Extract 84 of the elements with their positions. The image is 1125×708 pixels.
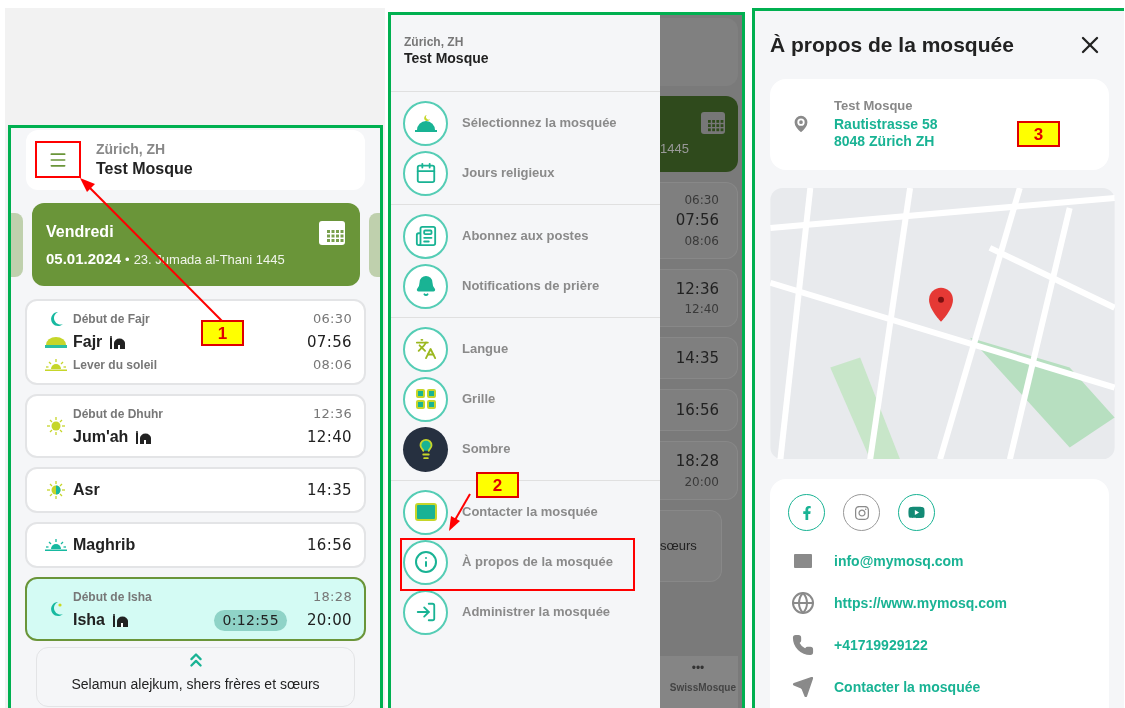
prayer-time: 20:00 [306,609,352,631]
calendar-icon [700,109,726,136]
prayer-name: Asr [73,480,100,500]
page-title: À propos de la mosquée [770,32,1014,59]
prayer-time: 20:00 [684,473,719,491]
sunrise-time: 08:06 [312,356,352,375]
prayer-time: 12:36 [675,278,719,300]
start-label: Début de Dhuhr [73,406,164,423]
greeting-text: sœurs [660,536,697,555]
prayer-time: 16:56 [675,399,719,421]
contact-link[interactable]: +41719929122 [834,634,928,656]
prayer-time: 07:56 [306,331,352,353]
hijri-year: 1445 [660,140,689,159]
annotation-label: 1 [201,320,244,346]
sun-icon [47,417,65,435]
phone-icon [792,634,814,656]
drawer-menu-item[interactable]: Notifications de prière [391,261,660,311]
prayer-time: 08:06 [684,232,719,250]
drawer-menu-item[interactable]: Jours religieux [391,148,660,198]
location-text: Zürich, ZH [96,141,167,159]
camera-icon [853,504,870,521]
card-peek [11,212,23,277]
prayer-name: Jum'ah [73,427,129,447]
play-icon [908,504,925,521]
drawer-menu-item[interactable]: Abonnez aux postes [391,211,660,261]
enter-icon [414,601,437,623]
bell-icon [414,275,437,297]
greeting-text: Selamun alejkum, shers frères et sœurs [71,675,320,694]
start-time: 12:36 [312,405,352,424]
dome-icon [414,113,437,133]
drawer-menu-item[interactable]: À propos de la mosquée [391,537,660,587]
drawer-menu-item[interactable]: Sélectionnez la mosquée [391,98,660,148]
weekday-text: Vendredi [46,222,114,243]
calendar-icon [414,162,437,184]
menu-icon [48,150,68,170]
paper-plane-icon [792,676,814,698]
contact-link[interactable]: info@mymosq.com [834,550,964,572]
info-icon [413,550,438,574]
countdown-pill: 0:12:55 [214,609,287,631]
separator-dot: • [125,251,130,270]
mosque-name: Test Mosque [404,50,490,68]
drawer-menu-item[interactable]: Sombre [391,424,660,474]
more-dots: ••• [691,662,705,674]
prayer-time: 18:28 [675,451,719,472]
prayer-time: 12:40 [306,426,352,448]
start-time: 18:28 [312,588,352,607]
city-address[interactable]: 8048 Zürich ZH [834,133,938,151]
start-time: 06:30 [312,310,352,329]
annotation-label: 3 [1017,121,1060,147]
sunset-icon [45,539,67,551]
prayer-time: 14:35 [675,347,719,369]
prayer-time: 16:56 [306,534,352,556]
prayer-name: Isha [73,610,105,630]
prayer-name: Fajr [73,332,103,352]
start-label: Début de Isha [73,589,153,606]
drawer-menu-item[interactable]: Langue [391,324,660,374]
nav-label: SwissMosque [669,681,736,695]
date-text: 05.01.2024 [46,249,122,270]
sunrise-icon [45,359,67,371]
mosque-name: Test Mosque [834,97,914,114]
drawer-menu-item[interactable]: Administrer la mosquée [391,587,660,637]
contact-link[interactable]: Contacter la mosquée [834,676,981,698]
grid-icon [413,387,438,411]
prayer-time: 14:35 [306,479,352,501]
annotation-label: 2 [476,472,519,498]
dome-icon [45,336,67,348]
calendar-icon [318,218,346,247]
newspaper-icon [414,225,437,247]
prayer-name: Maghrib [73,535,136,555]
start-label: Début de Fajr [73,311,151,328]
drawer-menu-item[interactable]: Grille [391,374,660,424]
location-text: Zürich, ZH [404,35,465,50]
contact-link[interactable]: https://www.mymosq.com [834,592,1007,614]
prayer-time: 12:40 [684,301,719,318]
sunrise-label: Lever du soleil [73,357,159,374]
street-address[interactable]: Rautistrasse 58 [834,115,938,134]
prayer-time: 07:56 [675,210,719,231]
globe-icon [791,591,815,615]
card-peek [369,212,380,277]
translate-icon [414,338,437,360]
half-sun-icon [47,481,65,499]
mosque-name: Test Mosque [96,158,193,179]
highlight-frame [35,141,81,178]
prayer-time: 06:30 [684,192,719,209]
